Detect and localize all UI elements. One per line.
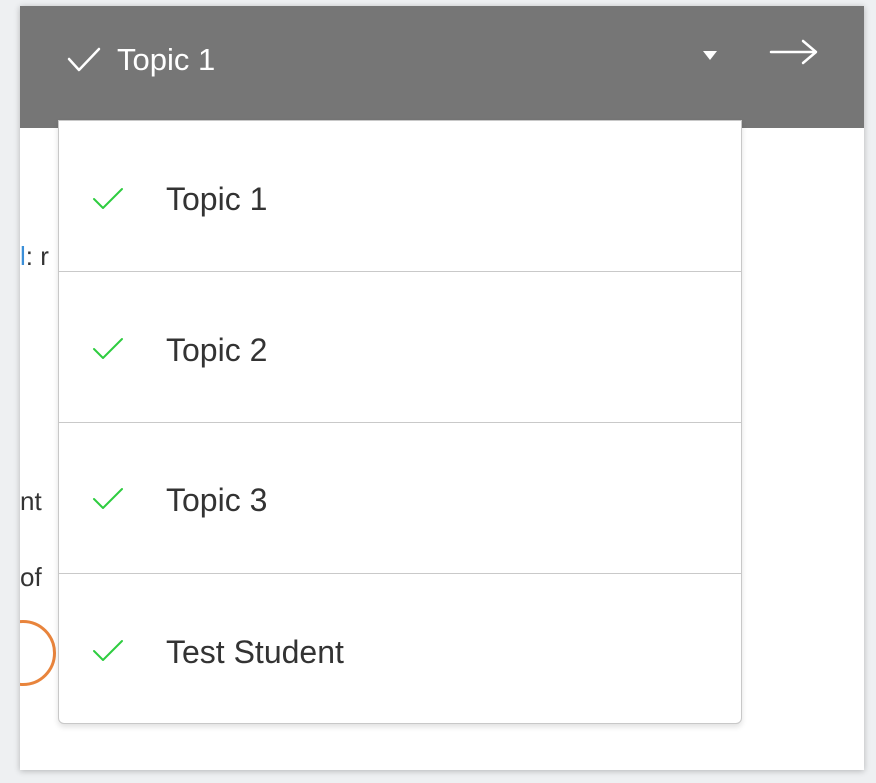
dropdown-item-label: Topic 1 [166,181,268,217]
check-icon [93,640,123,661]
background-text-line-1: l: r [20,240,49,272]
selected-topic-label[interactable]: Topic 1 [117,40,215,80]
dropdown-item-test-student[interactable]: Test Student [59,574,741,725]
background-content: l: r nt of [20,128,60,770]
check-icon [67,47,101,72]
check-icon [93,338,123,359]
check-icon [93,188,123,209]
background-text-line-3: of [20,562,42,592]
dropdown-item-topic-3[interactable]: Topic 3 [59,423,741,574]
background-text-line-2: nt [20,486,42,516]
dropdown-item-label: Topic 3 [166,482,268,518]
dropdown-item-label: Topic 2 [166,332,268,368]
caret-down-icon[interactable] [703,51,717,60]
dropdown-item-topic-1[interactable]: Topic 1 [59,121,741,272]
arrow-right-icon[interactable] [768,36,820,68]
check-icon [93,488,123,509]
progress-circle [20,620,56,686]
topic-dropdown-menu: Topic 1 Topic 2 Topic 3 Test Student [58,120,742,724]
background-text: : r [25,241,49,271]
dropdown-item-label: Test Student [166,634,344,670]
dropdown-item-topic-2[interactable]: Topic 2 [59,272,741,423]
